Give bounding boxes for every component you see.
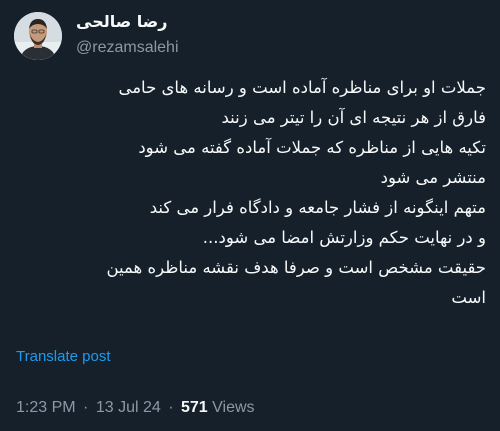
post-text: جملات او برای مناظره آماده است و رسانه ه… xyxy=(16,73,486,313)
post-time[interactable]: 1:23 PM xyxy=(16,399,76,416)
post-text-line: منتشر می شود xyxy=(380,168,486,187)
post-text-line: تکیه هایی از مناظره که جملات آماده گفته … xyxy=(138,138,486,157)
post: رضا صالحی @rezamsalehi جملات او برای منا… xyxy=(0,0,500,431)
post-text-line: و در نهایت حکم وزارتش امضا می شود... xyxy=(202,228,486,247)
post-meta: 1:23 PM · 13 Jul 24 · 571 Views xyxy=(16,399,255,417)
post-text-line: فارق از هر نتیجه ای آن را تیتر می زنند xyxy=(221,108,487,127)
avatar-image xyxy=(14,12,62,60)
avatar[interactable] xyxy=(14,12,62,60)
author-info: رضا صالحی @rezamsalehi xyxy=(76,10,179,60)
views-count: 571 xyxy=(181,399,208,416)
post-date[interactable]: 13 Jul 24 xyxy=(96,399,161,416)
meta-separator: · xyxy=(168,399,174,416)
translate-post-link[interactable]: Translate post xyxy=(16,348,111,365)
meta-separator: · xyxy=(83,399,89,416)
post-text-line: متهم اینگونه از فشار جامعه و دادگاه فرار… xyxy=(149,198,486,217)
views-label: Views xyxy=(212,399,255,416)
post-text-line: حقیقت مشخص است و صرفا هدف نقشه مناظره هم… xyxy=(106,258,486,277)
author-handle[interactable]: @rezamsalehi xyxy=(76,36,179,60)
post-text-line: است xyxy=(451,288,486,307)
author-display-name[interactable]: رضا صالحی xyxy=(76,10,176,34)
post-text-line: جملات او برای مناظره آماده است و رسانه ه… xyxy=(118,78,486,97)
